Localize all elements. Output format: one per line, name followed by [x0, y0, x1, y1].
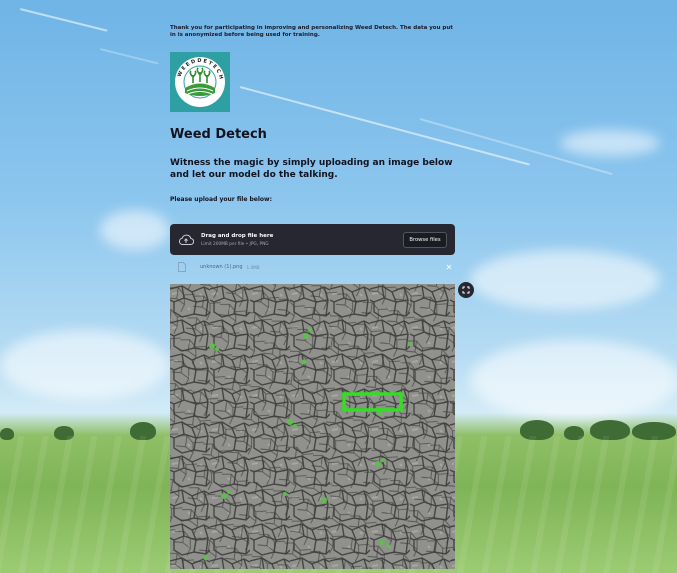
cloud-upload-icon — [178, 234, 194, 245]
logo-emblem-icon: W E E D D E T E C H — [175, 57, 225, 107]
browse-files-button[interactable]: Browse files — [403, 231, 447, 248]
dropzone-instructions: Drag and drop file here Limit 200MB per … — [201, 233, 403, 247]
page-title: Weed Detech — [170, 127, 267, 142]
detection-result-image — [170, 284, 455, 569]
uploaded-file-name: unknown (1).png — [200, 264, 243, 270]
file-dropzone[interactable]: Drag and drop file here Limit 200MB per … — [170, 224, 455, 255]
close-icon[interactable]: ✕ — [443, 263, 455, 272]
dropzone-title: Drag and drop file here — [201, 232, 274, 239]
uploaded-file-size: 1.4MB — [246, 264, 260, 270]
fullscreen-icon[interactable] — [458, 282, 474, 298]
uploaded-file-item: unknown (1).png 1.4MB ✕ — [178, 260, 455, 274]
cracked-soil-image — [170, 284, 455, 569]
page-subtitle: Witness the magic by simply uploading an… — [170, 158, 453, 180]
upload-label: Please upload your file below: — [170, 196, 272, 203]
privacy-notice: Thank you for participating in improving… — [170, 25, 453, 38]
dropzone-limit: Limit 200MB per file • JPG, PNG — [201, 241, 269, 247]
weed-detech-logo: W E E D D E T E C H — [170, 52, 230, 112]
file-icon — [178, 262, 186, 272]
